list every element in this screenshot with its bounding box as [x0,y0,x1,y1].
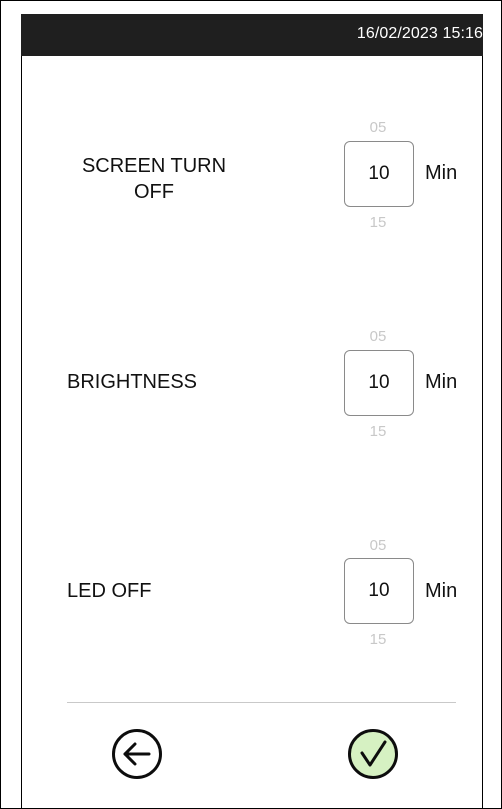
spinner-prev-value[interactable]: 05 [343,119,413,136]
label-line-1: SCREEN TURN [81,155,227,177]
spinner-next-value[interactable]: 15 [343,631,413,648]
led-off-spinner[interactable]: 10 [344,558,414,624]
brightness-spinner[interactable]: 10 [344,350,414,416]
screen-turn-off-spinner[interactable]: 10 [344,141,414,207]
status-bar: 16/02/2023 15:16 [21,14,483,56]
unit-label: Min [425,371,458,393]
unit-label: Min [425,580,458,602]
spinner-prev-value[interactable]: 05 [343,537,413,554]
datetime: 16/02/2023 15:16 [356,25,483,42]
setting-label-led-off: LED OFF [67,580,152,602]
device-screen: 16/02/2023 15:16 SCREEN TURN OFF 05 10 1… [0,0,502,809]
left-border [21,56,22,808]
back-button[interactable] [111,728,163,780]
right-border [482,56,483,808]
spinner-next-value[interactable]: 15 [343,423,413,440]
footer-divider [67,702,456,703]
confirm-button[interactable] [347,728,399,780]
spinner-next-value[interactable]: 15 [343,214,413,231]
setting-label-screen-turn-off: SCREEN TURN OFF [59,153,249,205]
label-line-2: OFF [134,181,174,203]
check-circle-icon [348,729,398,779]
arrow-left-circle-icon [112,729,162,779]
setting-label-brightness: BRIGHTNESS [67,371,198,393]
unit-label: Min [425,162,458,184]
spinner-prev-value[interactable]: 05 [343,328,413,345]
